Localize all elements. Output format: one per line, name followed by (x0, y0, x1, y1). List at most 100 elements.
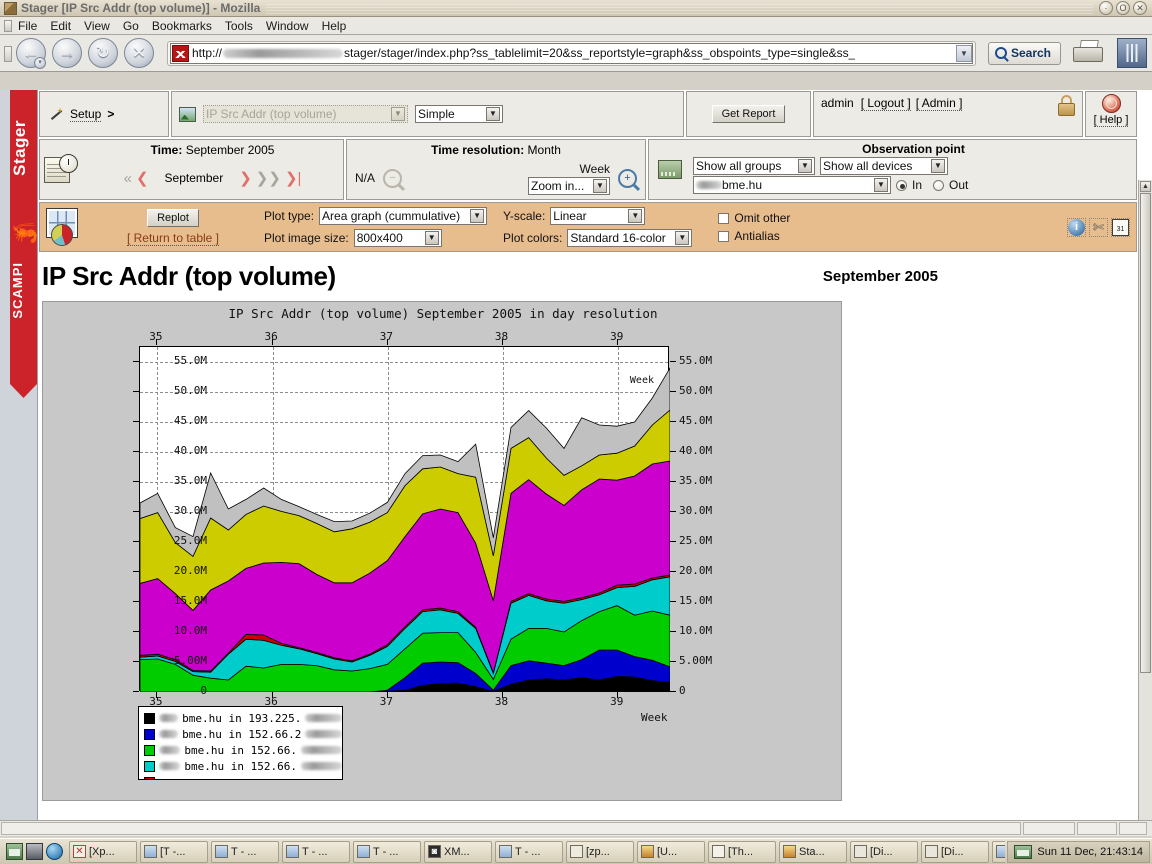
wand-icon (49, 107, 64, 122)
groups-select[interactable]: Show all groups ▼ (693, 157, 815, 175)
monitor-launcher-icon[interactable] (26, 843, 43, 860)
plot-size-label: Plot image size: (264, 231, 349, 245)
taskbar-item[interactable]: [Di... (850, 840, 918, 863)
zoom-in-icon[interactable]: + (618, 168, 637, 188)
resolution-header: Time resolution: Month (347, 140, 645, 157)
logout-link[interactable]: [ Logout ] (860, 96, 911, 111)
help-link[interactable]: [ Help ] (1093, 114, 1129, 127)
taskbar-item-label: XM... (444, 845, 470, 858)
antialias-checkbox[interactable] (718, 230, 730, 242)
forward-button[interactable]: → (52, 38, 82, 68)
next-end-icon[interactable]: ❯| (285, 171, 301, 186)
plot-colors-select[interactable]: Standard 16-color ▼ (567, 229, 693, 247)
url-dropdown-icon[interactable]: ▼ (955, 44, 972, 62)
menu-edit[interactable]: Edit (50, 19, 71, 33)
menubar-grip[interactable] (4, 20, 12, 32)
admin-link[interactable]: [ Admin ] (915, 96, 963, 111)
back-button[interactable]: ← ▾ (16, 38, 46, 69)
mode-select[interactable]: Simple ▼ (415, 105, 503, 123)
report-body: IP Src Addr (top volume) September 2005 … (38, 253, 1138, 836)
next-jump-icon[interactable]: ❯❯ (256, 171, 281, 186)
obspoint-select[interactable]: bme.hu ▼ (693, 176, 891, 194)
url-input[interactable]: http:// stager/stager/index.php?ss_table… (170, 42, 973, 64)
plot-size-select[interactable]: 800x400 ▼ (353, 229, 442, 247)
stop-button[interactable]: ✕ (124, 38, 154, 68)
taskbar-item[interactable]: [Xp... (69, 840, 137, 863)
mozilla-logo-icon[interactable] (1117, 38, 1147, 68)
project-label: SCAMPI (10, 262, 25, 319)
taskbar-item[interactable]: T - ... (282, 840, 350, 863)
terminal-launcher-icon[interactable] (6, 843, 23, 860)
menu-tools[interactable]: Tools (225, 19, 253, 33)
chart-ytick-label: 15.0M (173, 594, 207, 607)
plot-image[interactable]: IP Src Addr (top volume) September 2005 … (42, 301, 842, 801)
lock-icon[interactable] (1057, 95, 1076, 116)
back-dropdown-icon[interactable]: ▾ (34, 57, 46, 69)
maximize-icon[interactable]: O (1116, 1, 1130, 15)
direction-out-radio[interactable] (933, 179, 945, 191)
plot-type-select[interactable]: Area graph (cummulative) ▼ (319, 207, 488, 225)
search-button[interactable]: Search (987, 41, 1061, 65)
scissors-button[interactable]: ✄ (1089, 217, 1108, 237)
taskbar-item[interactable]: [zp... (566, 840, 634, 863)
info-button[interactable]: i (1067, 217, 1086, 237)
zoom-in-select[interactable]: Zoom in... ▼ (528, 176, 610, 195)
menu-bookmarks[interactable]: Bookmarks (152, 19, 212, 33)
print-icon[interactable] (1071, 39, 1107, 67)
status-segment-right (1119, 822, 1147, 835)
omit-other-checkbox[interactable] (718, 212, 730, 224)
page-scrollbar[interactable]: ▲ ▼ (1138, 180, 1152, 836)
taskbar-item[interactable]: [Th... (708, 840, 776, 863)
legend-row (144, 774, 342, 779)
plot-options-body: Replot [ Return to table ] Plot type: Ar… (88, 203, 1136, 251)
window-icon (286, 845, 299, 858)
taskbar-item[interactable]: [T -... (140, 840, 208, 863)
plot-type-label: Plot type: (264, 209, 315, 223)
scrollbar-thumb[interactable] (1140, 193, 1151, 673)
menu-go[interactable]: Go (123, 19, 139, 33)
taskbar-item[interactable]: T - ... (211, 840, 279, 863)
next-icon[interactable]: ❯ (239, 171, 252, 186)
observation-point-title: Observation point (862, 142, 965, 156)
taskbar-item[interactable]: ◙ XM... (424, 840, 492, 863)
taskbar-item[interactable]: T - ... (992, 840, 1006, 863)
reload-button[interactable]: ↻ (88, 38, 118, 68)
minimize-icon[interactable]: · (1099, 1, 1113, 15)
legend-redacted-suffix (305, 714, 342, 722)
report-select[interactable]: IP Src Addr (top volume) ▼ (203, 105, 408, 123)
report-selector-panel: IP Src Addr (top volume) ▼ Simple ▼ (171, 91, 684, 137)
devices-select[interactable]: Show all devices ▼ (820, 157, 948, 175)
calendar-button[interactable]: 31 (1111, 217, 1130, 237)
setup-panel[interactable]: Setup > (39, 91, 169, 137)
window-titlebar[interactable]: Stager [IP Src Addr (top volume)] - Mozi… (0, 0, 1152, 17)
taskbar-item[interactable]: Sta... (779, 840, 847, 863)
direction-in-radio[interactable] (896, 179, 907, 191)
menu-file[interactable]: File (18, 19, 37, 33)
setup-link[interactable]: Setup (70, 107, 102, 122)
taskbar-clock[interactable]: Sun 11 Dec, 21:43:14 (1007, 840, 1150, 863)
menu-window[interactable]: Window (266, 19, 309, 33)
menu-view[interactable]: View (84, 19, 110, 33)
close-icon[interactable]: ✕ (1133, 1, 1147, 15)
taskbar-item[interactable]: [U... (637, 840, 705, 863)
window-icon (357, 845, 370, 858)
chart-ytick-mark (133, 571, 139, 572)
chart-ytick-label-right: 55.0M (679, 354, 713, 367)
yscale-select[interactable]: Linear ▼ (550, 207, 646, 225)
browser-launcher-icon[interactable] (46, 843, 63, 860)
prev-icon[interactable]: ❮ (136, 171, 149, 186)
prev-jump-icon[interactable]: « (124, 171, 132, 186)
help-globe-icon[interactable] (1101, 94, 1121, 113)
menu-help[interactable]: Help (322, 19, 347, 33)
obs-row-point: bme.hu ▼ In Out (691, 175, 1136, 194)
taskbar-item[interactable]: T - ... (353, 840, 421, 863)
get-report-button[interactable]: Get Report (711, 105, 786, 123)
chart-xtick-mark-top (386, 339, 388, 345)
gnumeric-icon (641, 845, 654, 858)
taskbar-item[interactable]: [Di... (921, 840, 989, 863)
taskbar-item[interactable]: T - ... (495, 840, 563, 863)
return-to-table-link[interactable]: [ Return to table ] (126, 231, 220, 246)
navbar-grip[interactable] (4, 46, 12, 62)
replot-button[interactable]: Replot (147, 208, 199, 227)
scroll-up-icon[interactable]: ▲ (1140, 181, 1151, 192)
